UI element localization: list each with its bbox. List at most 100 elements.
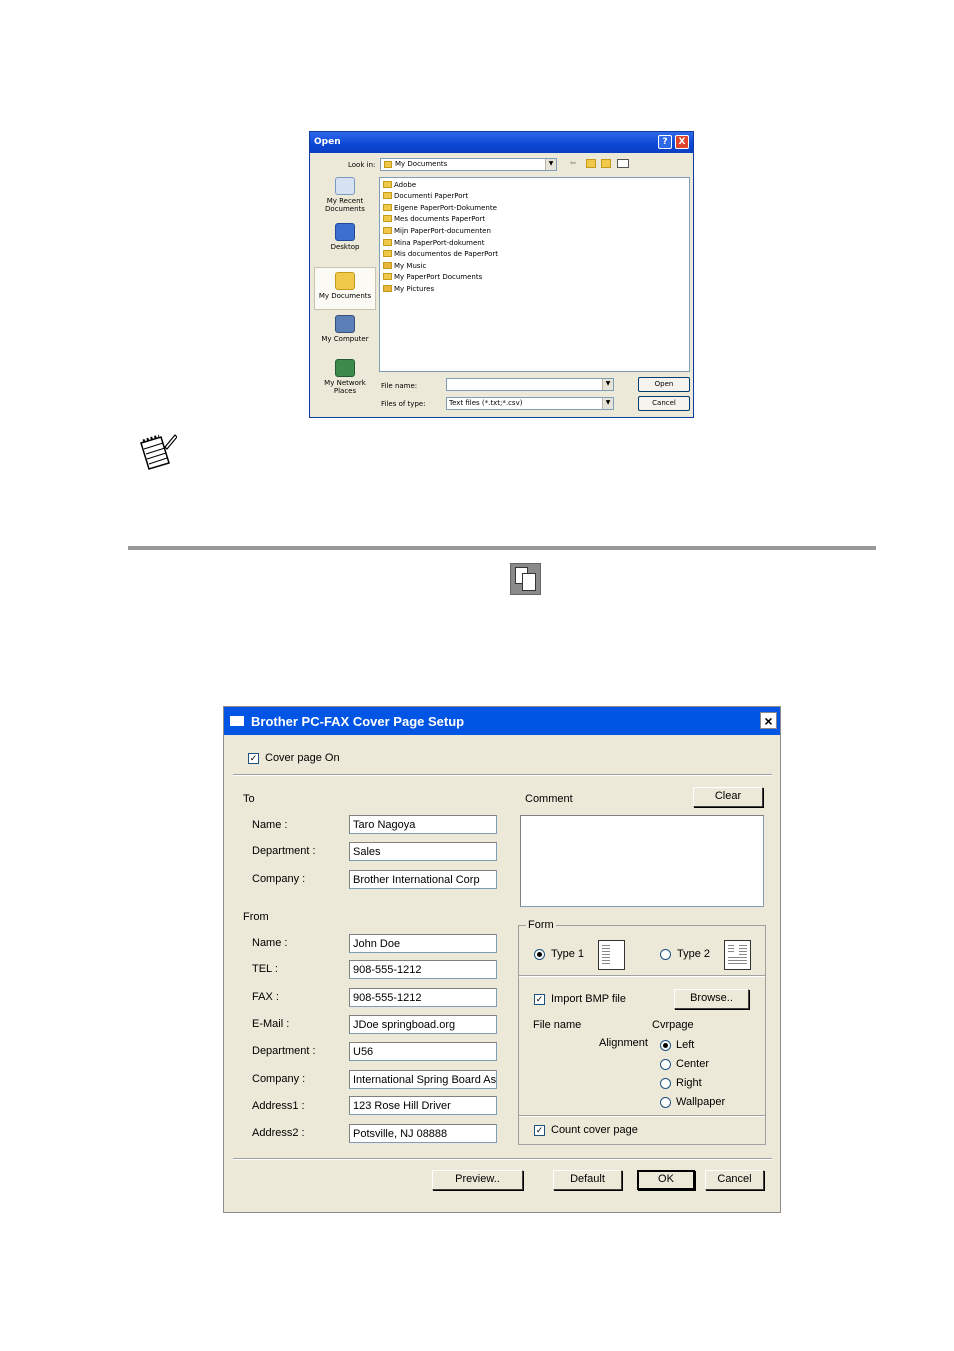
place-recent-documents[interactable]: My Recent Documents: [314, 177, 376, 213]
to-name-field[interactable]: Taro Nagoya: [349, 815, 497, 834]
default-button[interactable]: Default: [553, 1170, 622, 1190]
from-company-field[interactable]: International Spring Board Asso: [349, 1070, 497, 1089]
list-item[interactable]: Mis documentos de PaperPort: [383, 249, 498, 260]
files-of-type-combo[interactable]: Text files (*.txt;*.csv) ▼: [446, 397, 614, 410]
ok-button[interactable]: OK: [637, 1170, 695, 1190]
file-list[interactable]: Adobe Documenti PaperPort Eigene PaperPo…: [379, 177, 690, 372]
cancel-button[interactable]: Cancel: [705, 1170, 764, 1190]
look-in-combo[interactable]: My Documents ▼: [380, 158, 557, 171]
align-center-radio[interactable]: [660, 1059, 671, 1070]
align-right-radio[interactable]: [660, 1078, 671, 1089]
type2-layout-icon: [724, 940, 751, 970]
file-name: Mina PaperPort-dokument: [394, 239, 485, 247]
import-bmp-label: Import BMP file: [551, 993, 626, 1005]
my-computer-icon: [335, 315, 355, 333]
from-address2-field[interactable]: Potsville, NJ 08888: [349, 1124, 497, 1143]
new-folder-icon[interactable]: [601, 159, 611, 168]
type1-radio[interactable]: [534, 949, 545, 960]
place-desktop[interactable]: Desktop: [314, 223, 376, 251]
list-item[interactable]: Mijn PaperPort-documenten: [383, 226, 491, 237]
cancel-button[interactable]: Cancel: [638, 396, 690, 411]
from-fax-label: FAX :: [252, 991, 279, 1003]
view-menu-icon[interactable]: [617, 159, 629, 168]
folder-icon: [384, 161, 392, 168]
from-address2-label: Address2 :: [252, 1127, 305, 1139]
from-name-field[interactable]: John Doe: [349, 934, 497, 953]
list-item[interactable]: Eigene PaperPort-Dokumente: [383, 203, 497, 214]
from-department-label: Department :: [252, 1045, 316, 1057]
cover-page-setup-dialog: Brother PC-FAX Cover Page Setup × ✓ Cove…: [223, 706, 781, 1213]
help-button[interactable]: ?: [658, 135, 672, 149]
cvrpage-label: Cvrpage: [652, 1019, 694, 1031]
from-tel-field[interactable]: 908-555-1212: [349, 960, 497, 979]
close-button[interactable]: ×: [760, 712, 777, 729]
section-divider: [128, 546, 876, 550]
from-email-field[interactable]: JDoe springboad.org: [349, 1015, 497, 1034]
open-button[interactable]: Open: [638, 377, 690, 392]
chevron-down-icon[interactable]: ▼: [602, 398, 613, 409]
file-name-combo[interactable]: ▼: [446, 378, 614, 391]
list-item[interactable]: My PaperPort Documents: [383, 272, 482, 283]
file-name-label: File name:: [381, 382, 418, 390]
chevron-down-icon[interactable]: ▼: [545, 159, 556, 170]
back-arrow-icon[interactable]: ⇦: [570, 159, 576, 167]
comment-textarea[interactable]: [520, 815, 764, 907]
place-label: My Recent Documents: [325, 197, 365, 213]
from-name-label: Name :: [252, 937, 288, 949]
divider: [233, 774, 772, 776]
type2-radio[interactable]: [660, 949, 671, 960]
open-dialog: Open ? X Look in: My Documents ▼ ⇦ My Re…: [309, 131, 694, 418]
place-label: My Documents: [318, 292, 372, 300]
divider: [519, 1115, 765, 1117]
list-item[interactable]: My Music: [383, 261, 426, 272]
from-address1-field[interactable]: 123 Rose Hill Driver: [349, 1096, 497, 1115]
cover-page-on-checkbox[interactable]: ✓: [248, 753, 259, 764]
type1-layout-icon: [598, 940, 625, 970]
preview-button[interactable]: Preview..: [432, 1170, 523, 1190]
chevron-down-icon[interactable]: ▼: [602, 379, 613, 390]
import-bmp-checkbox[interactable]: ✓: [534, 994, 545, 1005]
to-department-label: Department :: [252, 845, 316, 857]
cover-page-toolbar-icon: [510, 563, 541, 595]
align-wallpaper-label: Wallpaper: [676, 1096, 726, 1108]
my-documents-icon: [335, 272, 355, 290]
comment-label: Comment: [525, 793, 573, 805]
from-department-field[interactable]: U56: [349, 1042, 497, 1061]
to-company-field[interactable]: Brother International Corp: [349, 870, 497, 889]
music-folder-icon: [383, 262, 392, 269]
count-cover-checkbox[interactable]: ✓: [534, 1125, 545, 1136]
list-item[interactable]: Mina PaperPort-dokument: [383, 238, 484, 249]
place-label: My Computer: [321, 335, 369, 343]
align-wallpaper-radio[interactable]: [660, 1097, 671, 1108]
browse-button[interactable]: Browse..: [674, 989, 749, 1009]
look-in-value: My Documents: [395, 160, 448, 168]
place-network-places[interactable]: My Network Places: [314, 359, 376, 395]
close-button[interactable]: X: [675, 135, 689, 149]
place-my-documents[interactable]: My Documents: [314, 267, 376, 310]
folder-icon: [383, 273, 392, 280]
align-center-label: Center: [676, 1058, 710, 1070]
list-item[interactable]: Mes documents PaperPort: [383, 214, 485, 225]
list-item[interactable]: My Pictures: [383, 284, 434, 295]
folder-icon: [383, 250, 392, 257]
place-my-computer[interactable]: My Computer: [314, 315, 376, 343]
folder-icon: [383, 181, 392, 188]
align-left-label: Left: [676, 1039, 695, 1051]
clear-button[interactable]: Clear: [693, 787, 763, 807]
to-company-label: Company :: [252, 873, 306, 885]
file-name: Documenti PaperPort: [394, 192, 469, 200]
to-department-field[interactable]: Sales: [349, 842, 497, 861]
align-left-radio[interactable]: [660, 1040, 671, 1051]
from-fax-field[interactable]: 908-555-1212: [349, 988, 497, 1007]
list-item[interactable]: Adobe: [383, 180, 416, 191]
align-right-label: Right: [676, 1077, 702, 1089]
list-item[interactable]: Documenti PaperPort: [383, 191, 468, 202]
folder-icon: [383, 215, 392, 222]
to-section-label: To: [243, 793, 255, 805]
divider: [233, 1158, 772, 1160]
up-folder-icon[interactable]: [586, 159, 596, 168]
file-name: Eigene PaperPort-Dokumente: [394, 204, 497, 212]
file-name: My PaperPort Documents: [394, 273, 483, 281]
alignment-label: Alignment: [599, 1037, 648, 1049]
cover-page-on-label: Cover page On: [265, 752, 340, 764]
